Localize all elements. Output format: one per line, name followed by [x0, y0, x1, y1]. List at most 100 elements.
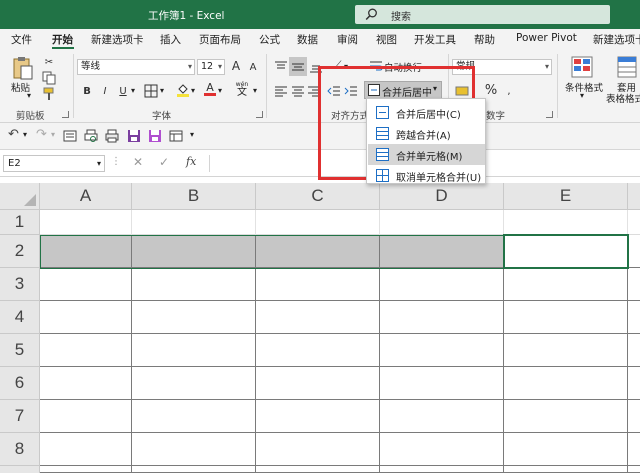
row-header-3[interactable]: 3	[0, 268, 40, 301]
phonetic-icon[interactable]: wén 文	[233, 81, 251, 99]
grid-cell[interactable]	[132, 235, 256, 268]
grid-cell[interactable]	[256, 301, 380, 334]
grid-cell[interactable]	[40, 268, 132, 301]
tab-review[interactable]: 审阅	[337, 32, 358, 47]
row-header-5[interactable]: 5	[0, 334, 40, 367]
search-box[interactable]: 搜索	[355, 5, 610, 24]
grid-cell[interactable]	[380, 301, 504, 334]
grid-cell[interactable]	[504, 268, 628, 301]
grid-cell[interactable]	[504, 367, 628, 400]
grid-cell[interactable]	[256, 367, 380, 400]
paste-icon[interactable]	[12, 55, 34, 81]
column-header-d[interactable]: D	[380, 183, 504, 210]
grid-cell[interactable]	[40, 235, 132, 268]
chevron-down-icon[interactable]: ▾	[23, 130, 27, 139]
row-header-7[interactable]: 7	[0, 400, 40, 433]
menu-item-merge-center[interactable]: 合并后居中(C)	[368, 102, 485, 123]
align-left-icon[interactable]	[274, 84, 288, 98]
font-color-icon[interactable]: A	[203, 82, 217, 96]
tab-insert[interactable]: 插入	[160, 32, 181, 47]
underline-button[interactable]: U	[116, 84, 130, 98]
font-launcher-icon[interactable]	[256, 111, 263, 118]
grid-cell[interactable]	[132, 400, 256, 433]
select-all-corner[interactable]	[0, 183, 40, 210]
grid-cell[interactable]	[256, 268, 380, 301]
menu-item-merge-across[interactable]: 跨越合并(A)	[368, 123, 485, 144]
tab-power-pivot[interactable]: Power Pivot	[516, 32, 577, 44]
save-icon[interactable]	[127, 129, 141, 143]
grid-cell[interactable]	[628, 400, 640, 433]
format-painter-icon[interactable]	[42, 87, 56, 101]
grid-cell[interactable]	[380, 334, 504, 367]
tab-view[interactable]: 视图	[376, 32, 397, 47]
font-size-combo[interactable]: 12 ▾	[197, 59, 225, 75]
print-preview-icon[interactable]	[84, 129, 98, 143]
align-center-icon[interactable]	[291, 84, 305, 98]
grid-cell[interactable]	[380, 268, 504, 301]
align-top-icon[interactable]	[274, 60, 288, 74]
grid-cell[interactable]	[40, 433, 132, 466]
form-icon[interactable]	[63, 129, 77, 143]
grid-cell[interactable]	[380, 400, 504, 433]
shrink-font-icon[interactable]: A	[246, 60, 260, 74]
grid-cell[interactable]	[132, 433, 256, 466]
grid-cell[interactable]	[380, 235, 504, 268]
grid-cell[interactable]	[628, 301, 640, 334]
menu-item-unmerge[interactable]: 取消单元格合并(U)	[368, 165, 485, 183]
grid-cell[interactable]	[628, 433, 640, 466]
name-box[interactable]: E2 ▾	[3, 155, 105, 172]
undo-icon[interactable]: ↶	[8, 127, 19, 142]
grid-cell[interactable]	[40, 334, 132, 367]
insert-function-icon[interactable]: fx	[186, 155, 196, 168]
cut-icon[interactable]: ✂	[42, 55, 56, 69]
column-header-e[interactable]: E	[504, 183, 628, 210]
italic-button[interactable]: I	[98, 84, 112, 98]
grow-font-icon[interactable]: A	[229, 59, 243, 73]
chevron-down-icon[interactable]: ▾	[131, 86, 135, 95]
grid-cell[interactable]	[132, 268, 256, 301]
copy-icon[interactable]	[42, 71, 56, 85]
grid-cell[interactable]	[628, 235, 640, 268]
tab-page-layout[interactable]: 页面布局	[199, 32, 241, 47]
cancel-entry-icon[interactable]: ✕	[133, 155, 143, 169]
chevron-down-icon[interactable]: ▾	[160, 86, 164, 95]
print-icon[interactable]	[105, 129, 119, 143]
grid-cell[interactable]	[504, 433, 628, 466]
grid-cell[interactable]	[132, 334, 256, 367]
tab-file[interactable]: 文件	[11, 32, 32, 47]
chevron-down-icon[interactable]: ▾	[580, 91, 584, 100]
grid-cell[interactable]	[380, 466, 504, 473]
bold-button[interactable]: B	[80, 84, 94, 98]
confirm-entry-icon[interactable]: ✓	[159, 155, 169, 169]
tab-formulas[interactable]: 公式	[259, 32, 280, 47]
column-header-c[interactable]: C	[256, 183, 380, 210]
row-header-4[interactable]: 4	[0, 301, 40, 334]
toggle-view-icon[interactable]	[169, 129, 183, 143]
grid-cell[interactable]	[256, 400, 380, 433]
conditional-formatting-icon[interactable]	[571, 56, 593, 78]
redo-icon[interactable]: ↷	[36, 127, 47, 142]
row-header-1[interactable]: 1	[0, 210, 40, 235]
font-name-combo[interactable]: 等线 ▾	[77, 59, 195, 75]
clipboard-launcher-icon[interactable]	[62, 111, 69, 118]
format-as-table-icon[interactable]	[617, 56, 637, 78]
grid-cell[interactable]	[628, 334, 640, 367]
grid-cell[interactable]	[256, 235, 380, 268]
column-header-b[interactable]: B	[132, 183, 256, 210]
chevron-down-icon[interactable]: ▾	[51, 130, 55, 139]
grid-cell[interactable]	[628, 466, 640, 473]
grid-cell[interactable]	[132, 466, 256, 473]
borders-icon[interactable]	[144, 84, 158, 98]
tab-new-2[interactable]: 新建选项卡	[593, 32, 640, 47]
grid-cell[interactable]	[504, 466, 628, 473]
menu-item-merge-cells[interactable]: 合并单元格(M)	[368, 144, 485, 165]
grid-cell[interactable]	[504, 400, 628, 433]
format-as-table-label-2[interactable]: 表格格式	[606, 91, 640, 105]
grid-cell[interactable]	[40, 400, 132, 433]
chevron-down-icon[interactable]: ▾	[218, 86, 222, 95]
save-as-icon[interactable]	[148, 129, 162, 143]
grid-cell[interactable]	[628, 367, 640, 400]
grid-cell[interactable]	[40, 301, 132, 334]
row-header-9[interactable]	[0, 466, 40, 473]
row-header-6[interactable]: 6	[0, 367, 40, 400]
